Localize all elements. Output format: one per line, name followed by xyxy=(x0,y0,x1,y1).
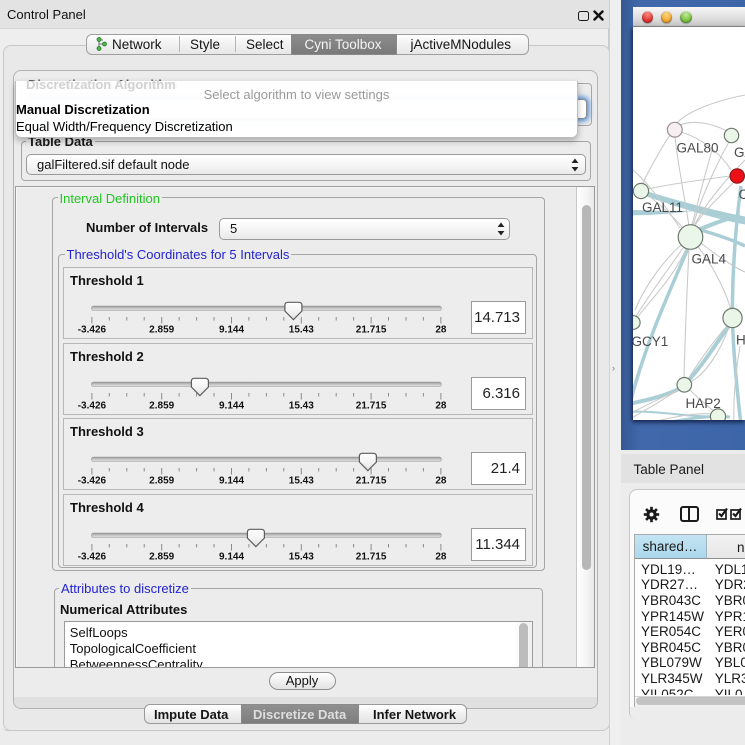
svg-text:21.715: 21.715 xyxy=(356,325,387,336)
svg-text:28: 28 xyxy=(435,325,447,336)
svg-text:2.859: 2.859 xyxy=(149,476,174,487)
svg-text:GCY1: GCY1 xyxy=(633,334,668,349)
svg-text:-3.426: -3.426 xyxy=(78,325,107,336)
svg-text:28: 28 xyxy=(435,551,447,562)
svg-text:HAP2: HAP2 xyxy=(686,396,721,411)
svg-text:CY: CY xyxy=(739,187,745,202)
svg-text:2.859: 2.859 xyxy=(149,325,174,336)
svg-text:GAL11: GAL11 xyxy=(642,200,683,215)
svg-text:15.43: 15.43 xyxy=(289,551,314,562)
svg-text:9.144: 9.144 xyxy=(219,476,244,487)
svg-text:21.715: 21.715 xyxy=(356,476,387,487)
svg-text:15.43: 15.43 xyxy=(289,476,314,487)
svg-text:GAL…: GAL… xyxy=(734,145,745,160)
svg-text:21.715: 21.715 xyxy=(356,551,387,562)
svg-text:2.859: 2.859 xyxy=(149,551,174,562)
svg-text:15.43: 15.43 xyxy=(289,325,314,336)
svg-text:-3.426: -3.426 xyxy=(78,551,107,562)
svg-text:GAL80: GAL80 xyxy=(677,141,719,156)
svg-text:9.144: 9.144 xyxy=(219,551,244,562)
svg-text:9.144: 9.144 xyxy=(219,400,244,411)
svg-text:21.715: 21.715 xyxy=(356,400,387,411)
svg-text:GAL4: GAL4 xyxy=(692,252,727,267)
svg-text:28: 28 xyxy=(435,400,447,411)
svg-text:2.859: 2.859 xyxy=(149,400,174,411)
svg-text:28: 28 xyxy=(435,476,447,487)
svg-text:9.144: 9.144 xyxy=(219,325,244,336)
svg-text:15.43: 15.43 xyxy=(289,400,314,411)
svg-text:-3.426: -3.426 xyxy=(78,476,107,487)
svg-text:HA: HA xyxy=(736,333,745,348)
svg-text:-3.426: -3.426 xyxy=(78,400,107,411)
